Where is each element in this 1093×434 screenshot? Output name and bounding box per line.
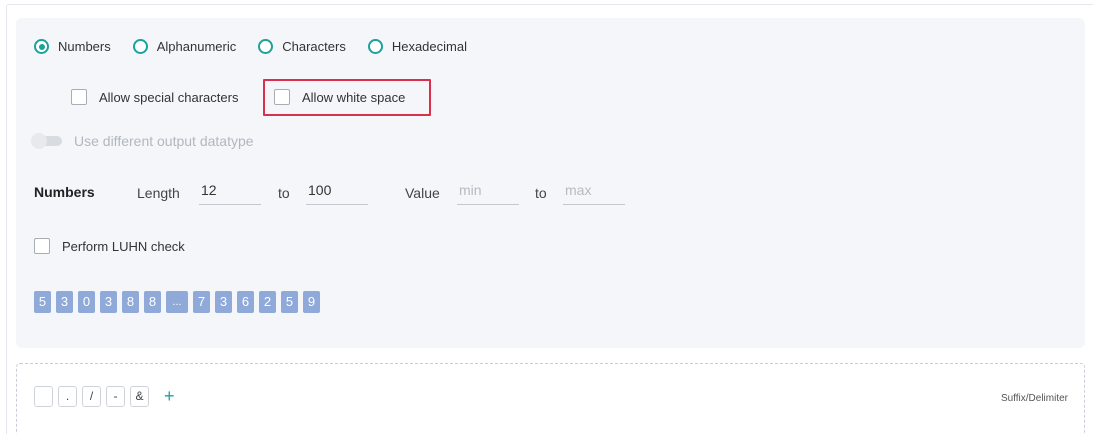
checkbox-icon[interactable] <box>71 89 87 105</box>
toggle-switch[interactable] <box>31 133 62 149</box>
radio-characters[interactable]: Characters <box>258 39 346 54</box>
suffix-delimiter-label: Suffix/Delimiter <box>1000 393 1068 404</box>
output-datatype-toggle[interactable]: Use different output datatype <box>31 133 254 149</box>
radio-selected-icon <box>34 39 49 54</box>
digit-tile: 5 <box>34 291 51 313</box>
suffix-delimiter-area: . / - & + Suffix/Delimiter <box>16 363 1085 434</box>
radio-alphanumeric[interactable]: Alphanumeric <box>132 39 237 54</box>
to-label: to <box>535 185 547 201</box>
digit-tile: 3 <box>100 291 117 313</box>
format-radio-group: Numbers Alphanumeric Characters Hexadeci… <box>34 39 489 54</box>
digit-tile: 6 <box>237 291 254 313</box>
digit-tile: 7 <box>193 291 210 313</box>
digit-tile: 9 <box>303 291 320 313</box>
toggle-label: Use different output datatype <box>74 133 254 149</box>
digit-tile: ... <box>166 291 188 313</box>
radio-unselected-icon <box>367 39 383 54</box>
numbers-heading: Numbers <box>34 184 95 200</box>
radio-label: Alphanumeric <box>156 39 237 54</box>
digit-tile: 5 <box>281 291 298 313</box>
checkbox-label: Perform LUHN check <box>62 238 185 254</box>
value-max-input[interactable]: max <box>563 181 625 205</box>
digit-tile: 3 <box>56 291 73 313</box>
digit-tile: 8 <box>122 291 139 313</box>
toggle-knob <box>31 133 47 149</box>
to-label: to <box>278 185 290 201</box>
delimiter-button[interactable]: / <box>82 386 101 407</box>
length-max-input[interactable]: 100 <box>306 181 368 205</box>
radio-unselected-icon <box>258 39 274 54</box>
sample-preview: 5 3 0 3 8 8... 7 3 6 2 5 9 <box>34 291 325 313</box>
delimiter-buttons: . / - & + <box>34 386 175 407</box>
digit-tile: 3 <box>215 291 232 313</box>
length-label: Length <box>137 185 180 201</box>
delimiter-button[interactable]: . <box>58 386 77 407</box>
digit-tile: 0 <box>78 291 95 313</box>
value-label: Value <box>405 185 440 201</box>
luhn-checkbox[interactable]: Perform LUHN check <box>34 238 185 254</box>
radio-numbers[interactable]: Numbers <box>34 39 111 54</box>
numbers-heading-row: Numbers <box>34 184 95 200</box>
length-min-input[interactable]: 12 <box>199 181 261 205</box>
add-delimiter-button[interactable]: + <box>164 386 175 407</box>
delimiter-button[interactable] <box>34 386 53 407</box>
radio-label: Hexadecimal <box>391 39 467 54</box>
checkbox-label: Allow special characters <box>99 89 239 105</box>
digit-tile: 8 <box>144 291 161 313</box>
radio-hexadecimal[interactable]: Hexadecimal <box>367 39 467 54</box>
checkbox-icon[interactable] <box>34 238 50 254</box>
digit-tile: 2 <box>259 291 276 313</box>
radio-unselected-icon <box>132 39 148 54</box>
radio-label: Characters <box>282 39 346 54</box>
value-min-input[interactable]: min <box>457 181 519 205</box>
delimiter-button[interactable]: - <box>106 386 125 407</box>
allow-special-checkbox[interactable]: Allow special characters <box>71 89 238 105</box>
radio-label: Numbers <box>58 39 111 54</box>
delimiter-button[interactable]: & <box>130 386 149 407</box>
highlight-box <box>263 79 431 116</box>
